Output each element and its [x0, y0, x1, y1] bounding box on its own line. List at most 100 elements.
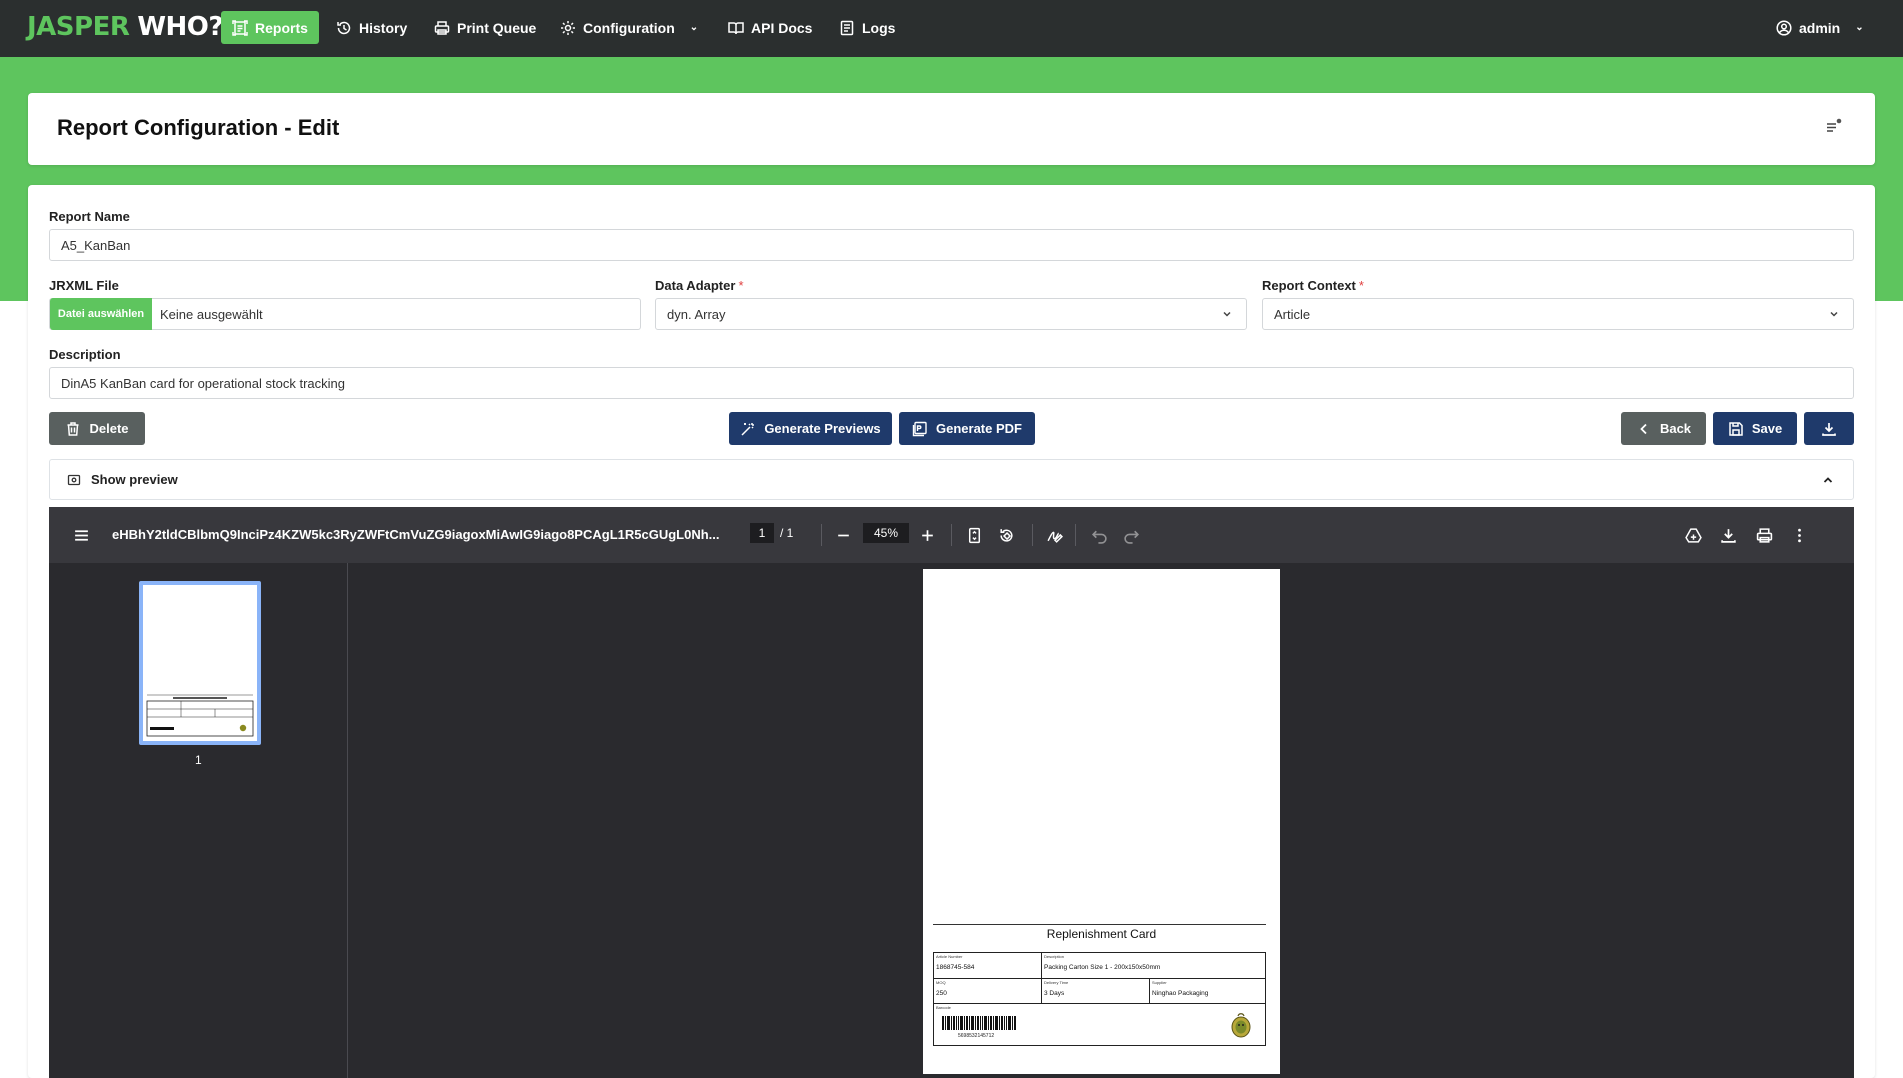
annotate-icon[interactable] — [1044, 525, 1064, 545]
toolbar-divider — [1075, 524, 1076, 546]
page-number-input[interactable]: 1 — [750, 523, 774, 543]
gear-icon — [561, 20, 575, 35]
delivery-cell: Delivery Time 3 Days — [1042, 979, 1150, 1004]
nav-api-docs[interactable]: API Docs — [717, 11, 823, 44]
page-count: / 1 — [780, 526, 794, 540]
moq-value: 250 — [936, 990, 947, 997]
chevron-left-icon — [1640, 423, 1647, 434]
book-icon — [728, 21, 744, 34]
save-button[interactable]: Save — [1713, 412, 1797, 445]
preview-icon — [67, 474, 81, 485]
back-button[interactable]: Back — [1621, 412, 1706, 445]
report-context-value: Article — [1274, 306, 1311, 322]
report-name-input[interactable]: A5_KanBan — [49, 229, 1854, 261]
form-card: Report Name A5_KanBan JRXML File Keine a… — [28, 185, 1875, 1078]
generate-previews-label: Generate Previews — [764, 421, 881, 436]
data-adapter-label-text: Data Adapter — [655, 278, 736, 293]
description-caption: Description — [1044, 954, 1065, 959]
notification-list-icon[interactable] — [1825, 117, 1843, 135]
sidebar-menu-icon[interactable] — [71, 525, 91, 545]
page-thumbnail[interactable] — [139, 581, 261, 745]
chevron-down-icon: ⌄ — [1855, 22, 1864, 33]
zoom-out-icon[interactable] — [833, 525, 853, 545]
barcode-image — [942, 1016, 1016, 1030]
pdf-page: Replenishment Card Article Number 186874… — [923, 569, 1280, 1074]
download-button[interactable] — [1804, 412, 1854, 445]
supplier-value: Ninghao Packaging — [1152, 990, 1209, 997]
thumbnail-page-number: 1 — [195, 753, 202, 767]
save-button-label: Save — [1751, 421, 1783, 436]
thumbnail-preview — [143, 585, 257, 741]
nav-configuration[interactable]: Configuration ⌄ — [549, 11, 709, 44]
pdf-toolbar: eHBhY2tldCBlbmQ9InciPz4KZW5kc3RyZWFtCmVu… — [49, 507, 1854, 563]
logo-part-2: WHO? — [137, 12, 223, 42]
supplier-caption: Supplier — [1152, 980, 1167, 985]
nav-history[interactable]: History — [325, 11, 418, 44]
data-adapter-select[interactable]: dyn. Array — [655, 298, 1247, 330]
report-context-select[interactable]: Article — [1262, 298, 1854, 330]
download-icon — [1822, 422, 1836, 436]
zoom-in-icon[interactable] — [917, 525, 937, 545]
moq-caption: MOQ — [936, 980, 946, 985]
drive-save-icon[interactable] — [1683, 525, 1703, 545]
zoom-level[interactable]: 45% — [863, 523, 909, 543]
page-title: Report Configuration - Edit — [57, 115, 340, 140]
description-label: Description — [49, 347, 121, 362]
more-vertical-icon[interactable] — [1789, 525, 1809, 545]
choose-file-button[interactable]: Datei auswählen — [50, 298, 152, 330]
print-icon[interactable] — [1754, 525, 1774, 545]
thumbnail-sidebar: 1 — [49, 563, 348, 1078]
required-mark: * — [1358, 278, 1364, 293]
delivery-caption: Delivery Time — [1044, 980, 1069, 985]
pdf-file-icon — [912, 421, 927, 436]
required-mark: * — [738, 278, 744, 293]
rotate-icon[interactable] — [996, 525, 1016, 545]
page-header-card: Report Configuration - Edit — [28, 93, 1875, 165]
nav-logs[interactable]: Logs — [828, 11, 906, 44]
generate-previews-button[interactable]: Generate Previews — [729, 412, 892, 445]
user-menu[interactable]: admin ⌄ — [1765, 11, 1875, 44]
app-logo[interactable]: JASPER WHO? — [27, 12, 223, 42]
nav-reports-label: Reports — [255, 19, 308, 36]
undo-icon[interactable] — [1089, 525, 1109, 545]
printer-icon — [434, 20, 450, 35]
barcode-number: 5698532145712 — [958, 1033, 995, 1039]
report-context-label: Report Context * — [1262, 278, 1364, 293]
redo-icon[interactable] — [1121, 525, 1141, 545]
reports-icon — [232, 19, 248, 36]
supplier-cell: Supplier Ninghao Packaging — [1150, 979, 1266, 1004]
save-icon — [1729, 421, 1743, 436]
chevron-down-icon — [1223, 311, 1231, 317]
delete-button[interactable]: Delete — [49, 412, 145, 445]
nav-reports[interactable]: Reports — [221, 11, 319, 44]
nav-print-queue-label: Print Queue — [457, 19, 537, 36]
pdf-viewer: eHBhY2tldCBlbmQ9InciPz4KZW5kc3RyZWFtCmVu… — [49, 507, 1854, 1078]
delete-button-label: Delete — [89, 421, 129, 436]
barcode-caption: Barcode — [936, 1005, 951, 1010]
chevron-down-icon — [1830, 311, 1838, 317]
article-number-cell: Article Number 1868745-584 — [934, 953, 1042, 979]
barcode-cell: Barcode 5698532145712 — [934, 1004, 1266, 1046]
top-navbar: JASPER WHO? Reports History Print Queue … — [0, 0, 1903, 57]
nav-logs-label: Logs — [862, 19, 896, 36]
generate-pdf-label: Generate PDF — [936, 421, 1022, 436]
data-adapter-label: Data Adapter * — [655, 278, 744, 293]
data-adapter-value: dyn. Array — [667, 306, 726, 322]
moq-cell: MOQ 250 — [934, 979, 1042, 1004]
download-icon[interactable] — [1718, 525, 1738, 545]
nav-configuration-label: Configuration — [583, 19, 675, 36]
description-input[interactable]: DinA5 KanBan card for operational stock … — [49, 367, 1854, 399]
generate-pdf-button[interactable]: Generate PDF — [899, 412, 1035, 445]
article-number-value: 1868745-584 — [936, 964, 975, 971]
fit-page-icon[interactable] — [964, 525, 984, 545]
description-value: Packing Carton Size 1 - 200x150x50mm — [1044, 964, 1161, 971]
supplier-logo-icon — [1231, 1013, 1251, 1038]
logs-icon — [840, 20, 854, 35]
user-name: admin — [1799, 19, 1841, 36]
description-cell: Description Packing Carton Size 1 - 200x… — [1042, 953, 1266, 979]
jrxml-label: JRXML File — [49, 278, 119, 293]
total-pages: 1 — [786, 526, 794, 540]
nav-print-queue[interactable]: Print Queue — [423, 11, 547, 44]
show-preview-toggle[interactable]: Show preview — [49, 459, 1854, 500]
magic-wand-icon — [741, 422, 755, 436]
